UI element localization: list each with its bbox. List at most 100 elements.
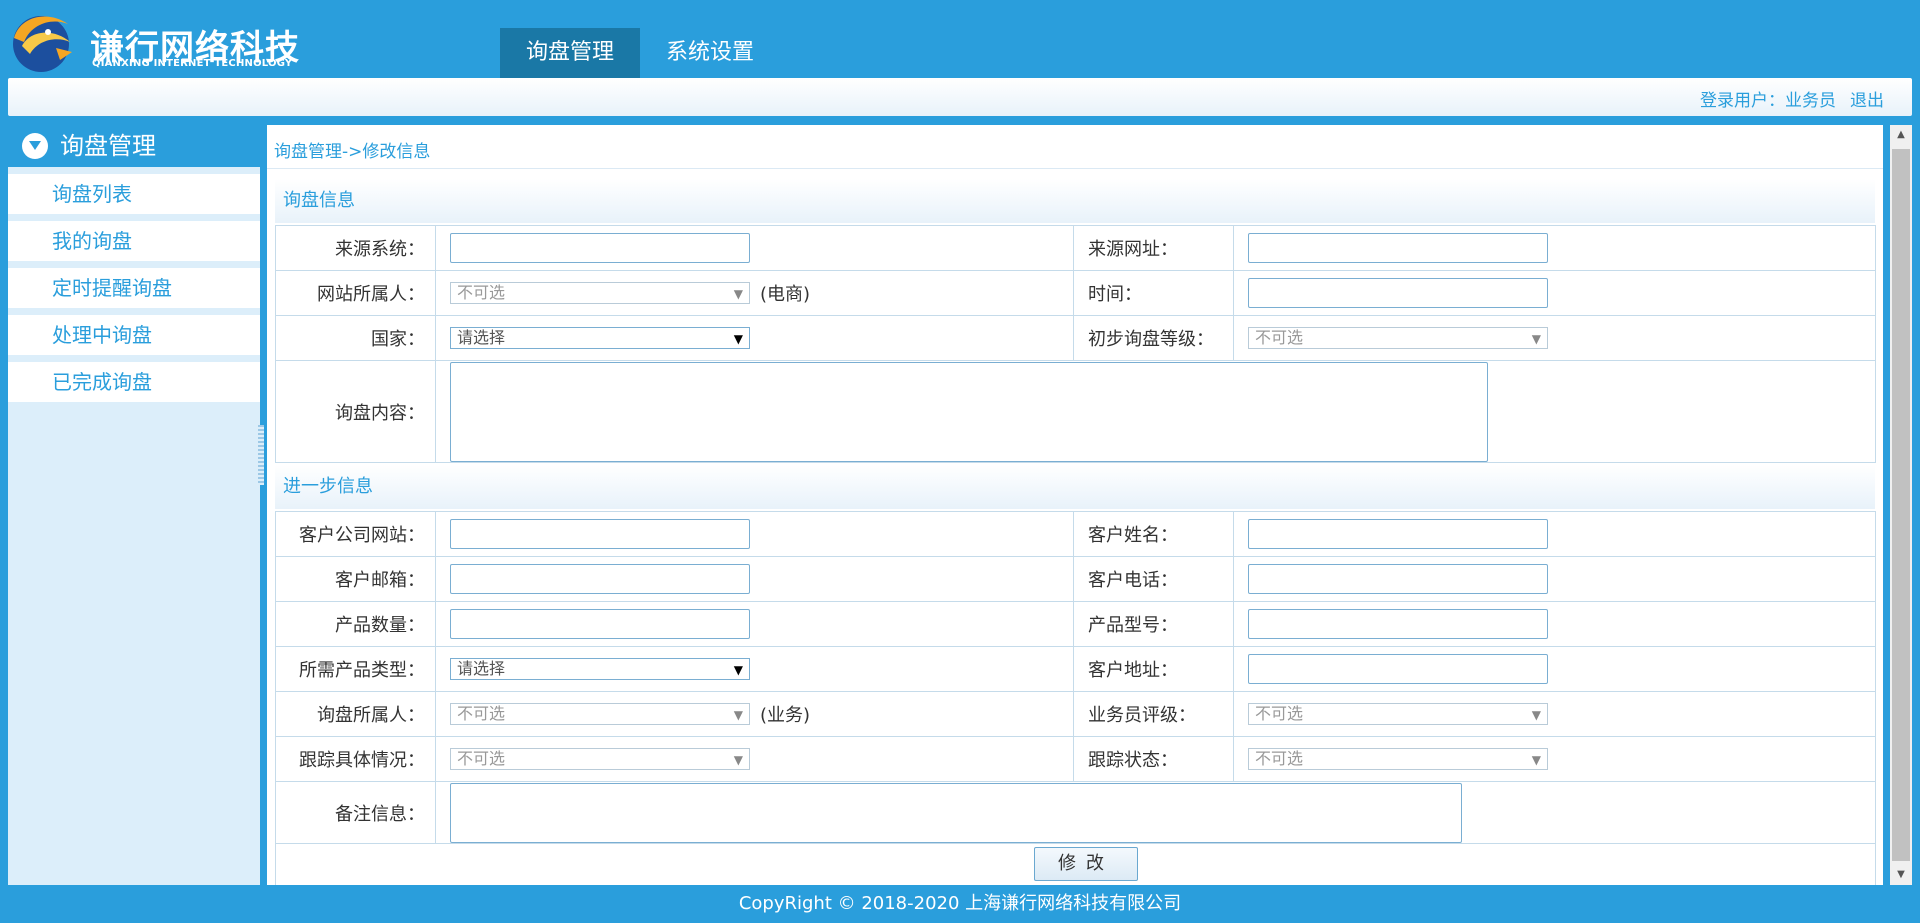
- model-label: 产品型号：: [1073, 601, 1234, 647]
- time-input[interactable]: [1248, 278, 1548, 308]
- site-owner-label: 网站所属人：: [275, 270, 436, 316]
- customer-name-input[interactable]: [1248, 519, 1548, 549]
- company-site-label: 客户公司网站：: [275, 511, 436, 557]
- chevron-down-icon: [22, 133, 48, 159]
- inquiry-owner-label: 询盘所属人：: [275, 691, 436, 737]
- breadcrumb: 询盘管理->修改信息: [274, 142, 431, 162]
- top-nav: 询盘管理 系统设置: [500, 28, 780, 78]
- sales-rating-label: 业务员评级：: [1073, 691, 1234, 737]
- form-row: 备注信息：: [275, 781, 1876, 844]
- country-select[interactable]: 请选择 ▼: [450, 327, 750, 349]
- source-url-label: 来源网址：: [1073, 225, 1234, 271]
- logo-mark-icon: [13, 16, 72, 72]
- inquiry-content-textarea[interactable]: [450, 361, 1488, 462]
- scroll-up-icon[interactable]: ▲: [1890, 125, 1912, 145]
- dropdown-arrow-icon: ▼: [733, 287, 743, 301]
- sales-rating-select[interactable]: 不可选 ▼: [1248, 703, 1548, 725]
- site-owner-suffix: (电商): [760, 284, 811, 305]
- dropdown-arrow-icon: ▼: [733, 753, 743, 767]
- divider: [267, 168, 1883, 169]
- scroll-down-icon[interactable]: ▼: [1890, 865, 1912, 885]
- site-owner-select[interactable]: 不可选 ▼: [450, 282, 750, 304]
- quantity-label: 产品数量：: [275, 601, 436, 647]
- track-status-label: 跟踪状态：: [1073, 736, 1234, 782]
- user-bar: 登录用户：业务员 退出: [8, 78, 1912, 116]
- vertical-scrollbar[interactable]: ▲ ▼: [1890, 125, 1912, 885]
- company-site-input[interactable]: [450, 519, 750, 549]
- inquiry-owner-select[interactable]: 不可选 ▼: [450, 703, 750, 725]
- sidebar-item-in-progress[interactable]: 处理中询盘: [8, 315, 260, 355]
- dropdown-arrow-icon: ▼: [733, 663, 743, 677]
- track-status-value: 不可选: [1255, 749, 1304, 768]
- remark-textarea[interactable]: [450, 782, 1462, 843]
- sidebar: 询盘管理 询盘列表 我的询盘 定时提醒询盘 处理中询盘 已完成询盘: [8, 125, 260, 885]
- logout-link[interactable]: 退出: [1850, 91, 1884, 111]
- track-status-select[interactable]: 不可选 ▼: [1248, 748, 1548, 770]
- app-header: 谦行网络科技 QIANXING INTERNET TECHNOLOGY 询盘管理…: [0, 0, 1920, 78]
- initial-level-label: 初步询盘等级：: [1073, 315, 1234, 361]
- tab-system-settings[interactable]: 系统设置: [640, 28, 780, 78]
- sidebar-item-inquiry-list[interactable]: 询盘列表: [8, 174, 260, 214]
- sidebar-splitter-handle[interactable]: [258, 425, 264, 485]
- form-row: 国家： 请选择 ▼ 初步询盘等级： 不可选 ▼: [275, 315, 1876, 361]
- sidebar-header[interactable]: 询盘管理: [8, 125, 260, 167]
- form-row: 询盘内容：: [275, 360, 1876, 463]
- initial-level-value: 不可选: [1255, 328, 1304, 347]
- time-label: 时间：: [1073, 270, 1234, 316]
- email-input[interactable]: [450, 564, 750, 594]
- product-type-label: 所需产品类型：: [275, 646, 436, 692]
- inquiry-owner-value: 不可选: [457, 704, 506, 723]
- sidebar-item-my-inquiries[interactable]: 我的询盘: [8, 221, 260, 261]
- scrollbar-thumb[interactable]: [1892, 149, 1910, 861]
- product-type-select[interactable]: 请选择 ▼: [450, 658, 750, 680]
- source-system-label: 来源系统：: [275, 225, 436, 271]
- source-url-input[interactable]: [1248, 233, 1548, 263]
- form-row: 来源系统： 来源网址：: [275, 225, 1876, 271]
- sidebar-item-completed[interactable]: 已完成询盘: [8, 362, 260, 402]
- dropdown-arrow-icon: ▼: [733, 708, 743, 722]
- country-label: 国家：: [275, 315, 436, 361]
- tab-inquiry-management[interactable]: 询盘管理: [500, 28, 641, 78]
- form-row: 所需产品类型： 请选择 ▼ 客户地址：: [275, 646, 1876, 692]
- dropdown-arrow-icon: ▼: [1531, 332, 1541, 346]
- section-title-inquiry-info: 询盘信息: [275, 179, 1875, 223]
- initial-level-select[interactable]: 不可选 ▼: [1248, 327, 1548, 349]
- form-row: 产品数量： 产品型号：: [275, 601, 1876, 647]
- country-value: 请选择: [457, 328, 506, 347]
- submit-modify-button[interactable]: 修改: [1034, 847, 1138, 881]
- form-row: 网站所属人： 不可选 ▼ (电商) 时间：: [275, 270, 1876, 316]
- brand-name-en: QIANXING INTERNET TECHNOLOGY: [92, 58, 293, 69]
- inquiry-info-form: 来源系统： 来源网址： 网站所属人： 不可选 ▼ (电商) 时间： 国家： 请选择 ▼…: [275, 225, 1876, 463]
- track-detail-select[interactable]: 不可选 ▼: [450, 748, 750, 770]
- user-info: 登录用户：业务员 退出: [1700, 86, 1884, 111]
- main-content: 询盘管理->修改信息 询盘信息 来源系统： 来源网址： 网站所属人： 不可选 ▼ (…: [267, 125, 1883, 885]
- phone-input[interactable]: [1248, 564, 1548, 594]
- section-title-further-info: 进一步信息: [275, 465, 1875, 509]
- quantity-input[interactable]: [450, 609, 750, 639]
- further-info-form: 客户公司网站： 客户姓名： 客户邮箱： 客户电话： 产品数量： 产品型号： 所需…: [275, 511, 1876, 885]
- content-label: 询盘内容：: [275, 360, 436, 463]
- sales-rating-value: 不可选: [1255, 704, 1304, 723]
- inquiry-owner-suffix: (业务): [760, 705, 811, 726]
- form-row: 客户公司网站： 客户姓名：: [275, 511, 1876, 557]
- dropdown-arrow-icon: ▼: [1531, 708, 1541, 722]
- track-detail-value: 不可选: [457, 749, 506, 768]
- remark-label: 备注信息：: [275, 781, 436, 844]
- track-detail-label: 跟踪具体情况：: [275, 736, 436, 782]
- form-row: 客户邮箱： 客户电话：: [275, 556, 1876, 602]
- dropdown-arrow-icon: ▼: [1531, 753, 1541, 767]
- site-owner-value: 不可选: [457, 283, 506, 302]
- brand-logo[interactable]: 谦行网络科技 QIANXING INTERNET TECHNOLOGY: [8, 8, 308, 74]
- customer-name-label: 客户姓名：: [1073, 511, 1234, 557]
- product-type-value: 请选择: [457, 659, 506, 678]
- sidebar-item-scheduled-reminders[interactable]: 定时提醒询盘: [8, 268, 260, 308]
- form-row: 询盘所属人： 不可选 ▼ (业务) 业务员评级： 不可选 ▼: [275, 691, 1876, 737]
- phone-label: 客户电话：: [1073, 556, 1234, 602]
- model-input[interactable]: [1248, 609, 1548, 639]
- logged-in-user: 登录用户：业务员: [1700, 91, 1836, 111]
- address-input[interactable]: [1248, 654, 1548, 684]
- source-system-input[interactable]: [450, 233, 750, 263]
- dropdown-arrow-icon: ▼: [733, 332, 743, 346]
- form-row: 跟踪具体情况： 不可选 ▼ 跟踪状态： 不可选 ▼: [275, 736, 1876, 782]
- email-label: 客户邮箱：: [275, 556, 436, 602]
